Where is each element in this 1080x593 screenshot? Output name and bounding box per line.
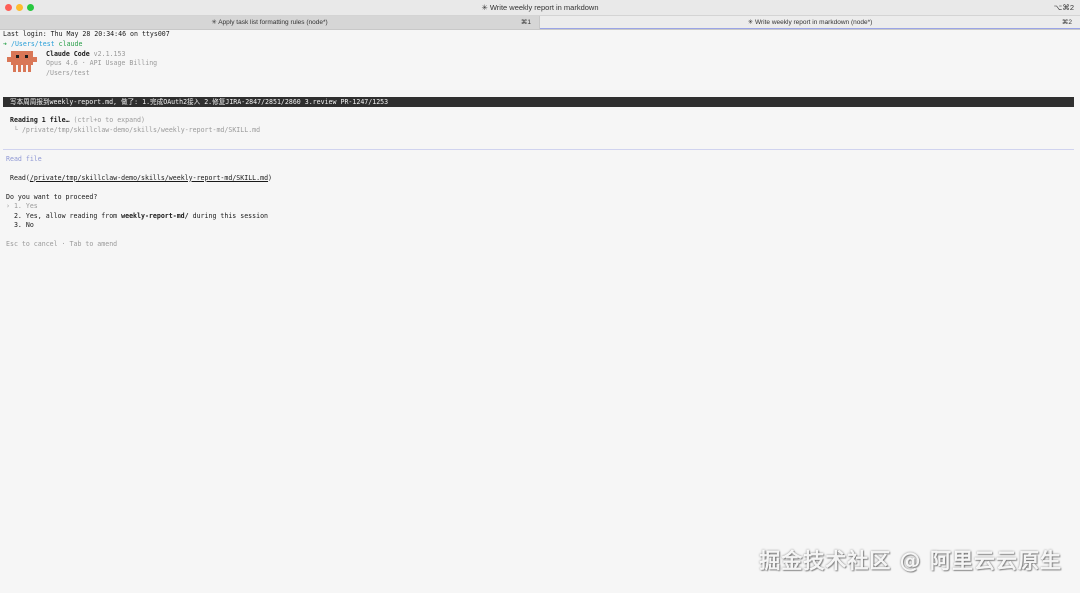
- proceed-question: Do you want to proceed?: [6, 192, 98, 201]
- read-call-prefix: Read(: [10, 173, 30, 182]
- tab-write-weekly-report[interactable]: ✳ Write weekly report in markdown (node*…: [540, 16, 1080, 29]
- option-yes[interactable]: › 1. Yes: [6, 202, 38, 212]
- terminal-area[interactable]: Last login: Thu May 28 20:34:46 on ttys0…: [0, 30, 1080, 593]
- last-login-line: Last login: Thu May 28 20:34:46 on ttys0…: [3, 30, 170, 38]
- shell-prompt-line: ➜ /Users/test claude: [3, 40, 82, 50]
- app-name: Claude Code: [46, 49, 90, 58]
- option-folder-name: weekly-report-md/: [121, 211, 189, 220]
- window-shortcut: ⌥⌘2: [1053, 3, 1074, 12]
- option-yes-allow-session[interactable]: 2. Yes, allow reading from weekly-report…: [6, 212, 268, 222]
- read-call-path: /private/tmp/skillclaw-demo/skills/weekl…: [29, 173, 269, 182]
- tab-bar: ✳ Apply task list formatting rules (node…: [0, 16, 1080, 30]
- reading-file-path: └ /private/tmp/skillclaw-demo/skills/wee…: [14, 125, 261, 134]
- expand-hint[interactable]: (ctrl+o to expand): [74, 116, 145, 124]
- footer-hint: Esc to cancel · Tab to amend: [6, 240, 118, 248]
- read-call-line: Read(/private/tmp/skillclaw-demo/skills/…: [10, 174, 272, 184]
- window-title: ✳ Write weekly report in markdown: [481, 3, 599, 12]
- option-no[interactable]: 3. No: [6, 221, 34, 231]
- tab-label: ✳ Write weekly report in markdown (node*…: [747, 19, 873, 26]
- reading-status-line: Reading 1 file… (ctrl+o to expand): [10, 116, 145, 126]
- working-directory: /Users/test: [46, 68, 90, 77]
- tab-label: ✳ Apply task list formatting rules (node…: [211, 19, 328, 26]
- tab-shortcut: ⌘1: [520, 19, 531, 26]
- reading-label: Reading 1 file…: [10, 116, 70, 124]
- section-divider: [3, 149, 1074, 150]
- read-file-section-title: Read file: [6, 154, 42, 163]
- app-header-line: Claude Code v2.1.153: [46, 50, 125, 60]
- read-call-suffix: ): [268, 173, 273, 182]
- prompt-path: /Users/test: [10, 39, 55, 48]
- model-billing-line: Opus 4.6 · API Usage Billing: [46, 59, 158, 67]
- window-titlebar: ✳ Write weekly report in markdown ⌥⌘2: [0, 0, 1080, 16]
- claude-mascot-icon: [7, 51, 37, 72]
- watermark: 掘金技术社区 @ 阿里云云原生: [759, 549, 1062, 573]
- user-message-banner: 写本周周报到weekly-report.md, 做了: 1.完成OAuth2接入…: [3, 97, 1074, 107]
- tab-shortcut: ⌘2: [1061, 19, 1072, 26]
- app-version: v2.1.153: [93, 49, 126, 58]
- prompt-command: claude: [58, 39, 83, 48]
- tab-apply-task-list[interactable]: ✳ Apply task list formatting rules (node…: [0, 16, 540, 29]
